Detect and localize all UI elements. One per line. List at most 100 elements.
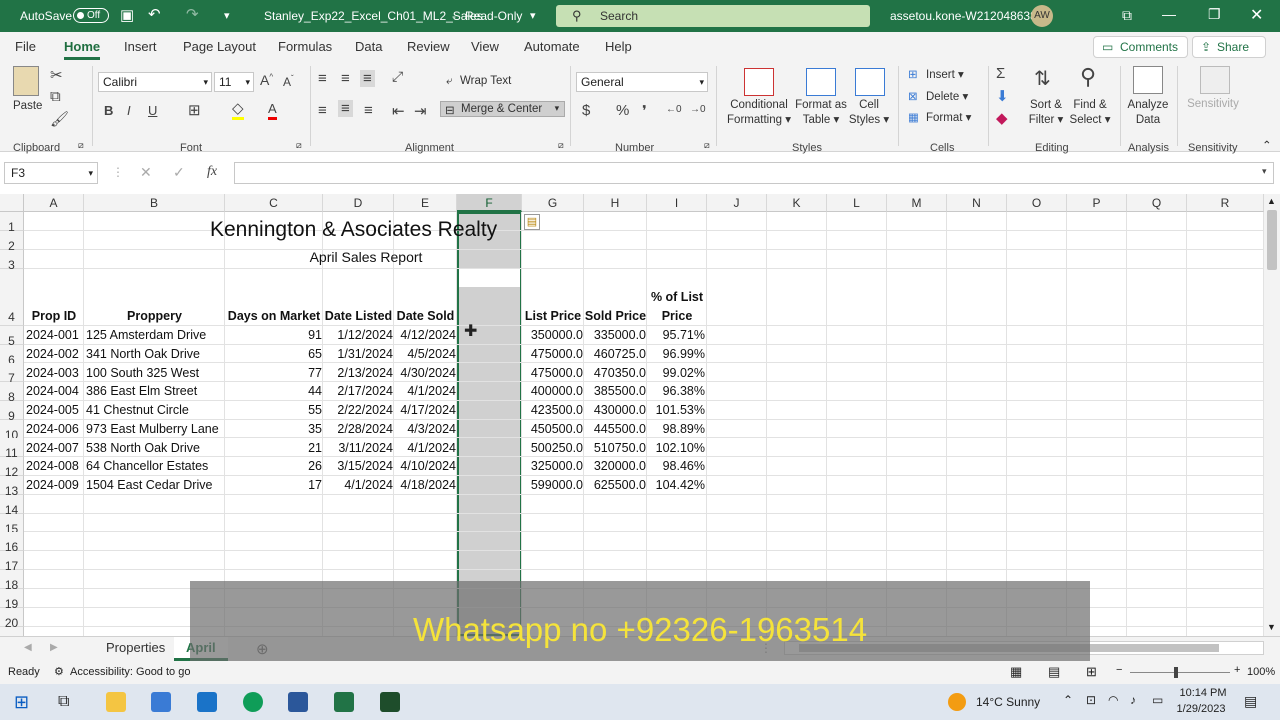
column-header-i[interactable]: I (647, 194, 707, 212)
clear-icon[interactable]: ◆ (996, 109, 1008, 127)
enter-icon[interactable]: ✓ (173, 164, 185, 181)
cell-list[interactable]: 350000.0 (524, 326, 583, 344)
format-painter-icon[interactable]: 🖌 (50, 110, 69, 128)
cell-sold[interactable]: 4/12/2024 (396, 326, 456, 344)
row-header-2[interactable]: 2 (0, 231, 24, 253)
fill-icon[interactable]: ⬇ (996, 87, 1009, 105)
tray-chevron-icon[interactable]: ⌃ (1063, 693, 1073, 707)
comma-icon[interactable]: ❜ (642, 102, 647, 120)
wrap-text-button[interactable]: ⤶ Wrap Text (446, 75, 511, 87)
cell-days[interactable]: 17 (227, 476, 322, 494)
terminal-icon[interactable] (380, 692, 400, 712)
copy-icon[interactable]: ⧉ (50, 88, 61, 105)
cell-list[interactable]: 475000.0 (524, 345, 583, 363)
conditional-formatting-icon[interactable] (744, 68, 774, 96)
row-header-14[interactable]: 14 (0, 495, 24, 517)
row-header-19[interactable]: 19 (0, 589, 24, 611)
bold-icon[interactable]: B (104, 103, 113, 118)
zoom-slider[interactable] (1130, 672, 1230, 673)
clock-date[interactable]: 1/29/2023 (1172, 703, 1230, 715)
cell-days[interactable]: 91 (227, 326, 322, 344)
cell-pct[interactable]: 104.42% (649, 476, 705, 494)
vertical-scrollbar[interactable]: ▲ ▼ (1264, 194, 1280, 636)
merge-center-button[interactable]: ⊟ Merge & Center ▾ (440, 101, 566, 117)
cell-pct[interactable]: 98.89% (649, 420, 705, 438)
comments-button[interactable]: ▭ Comments (1093, 36, 1189, 58)
row-header-18[interactable]: 18 (0, 570, 24, 592)
clock-time[interactable]: 10:14 PM (1176, 687, 1230, 699)
tab-review[interactable]: Review (407, 39, 450, 54)
tab-automate[interactable]: Automate (524, 39, 580, 54)
cell-soldp[interactable]: 385500.0 (586, 382, 646, 400)
increase-indent-icon[interactable]: ⇥ (414, 102, 427, 120)
tab-page-layout[interactable]: Page Layout (183, 39, 256, 54)
cell-soldp[interactable]: 445500.0 (586, 420, 646, 438)
store-icon[interactable] (151, 692, 171, 712)
zoom-slider-thumb[interactable] (1174, 667, 1178, 678)
mail-icon[interactable] (197, 692, 217, 712)
row-header-8[interactable]: 8 (0, 382, 24, 404)
excel-icon[interactable] (334, 692, 354, 712)
format-cells-button[interactable]: ▦ Format ▾ (908, 110, 971, 124)
formula-input[interactable] (234, 162, 1274, 184)
column-header-p[interactable]: P (1067, 194, 1127, 212)
column-header-k[interactable]: K (767, 194, 827, 212)
redo-icon[interactable]: ↷ (186, 5, 199, 23)
cell-soldp[interactable]: 625500.0 (586, 476, 646, 494)
row-header-13[interactable]: 13 (0, 476, 24, 498)
number-format-select[interactable]: General ▾ (576, 72, 708, 92)
row-header-5[interactable]: 5 (0, 326, 24, 348)
font-size-select[interactable]: 11 ▾ (214, 72, 254, 92)
cell-list[interactable]: 400000.0 (524, 382, 583, 400)
cell-id[interactable]: 2024-007 (26, 439, 84, 457)
network-icon[interactable]: ⊡ (1086, 693, 1096, 707)
cell-list[interactable]: 500250.0 (524, 439, 583, 457)
task-view-icon[interactable]: ⧉ (58, 693, 69, 711)
row-header-21[interactable]: 21 (0, 627, 24, 636)
cell-days[interactable]: 26 (227, 457, 322, 475)
column-header-h[interactable]: H (584, 194, 647, 212)
page-break-view-icon[interactable]: ⊞ (1086, 664, 1097, 680)
cell-sold[interactable]: 4/1/2024 (396, 382, 456, 400)
cell-listed[interactable]: 4/1/2024 (325, 476, 393, 494)
tab-help[interactable]: Help (605, 39, 632, 54)
cell-listed[interactable]: 2/17/2024 (325, 382, 393, 400)
file-explorer-icon[interactable] (106, 692, 126, 712)
cut-icon[interactable]: ✂ (50, 66, 63, 84)
column-header-r[interactable]: R (1187, 194, 1264, 212)
cell-sold[interactable]: 4/30/2024 (396, 364, 456, 382)
font-name-select[interactable]: Calibri ▾ (98, 72, 212, 92)
avatar[interactable]: AW (1031, 5, 1053, 27)
sort-filter-button[interactable]: Sort & Filter ▾ (1024, 98, 1068, 128)
conditional-formatting-button[interactable]: Conditional Formatting ▾ (725, 98, 793, 128)
row-header-11[interactable]: 11 (0, 438, 24, 460)
cell-prop[interactable]: 341 North Oak Drive (86, 345, 225, 363)
align-center-icon[interactable]: ≡ (338, 100, 353, 117)
cell-prop[interactable]: 41 Chestnut Circle (86, 401, 225, 419)
cell-listed[interactable]: 3/15/2024 (325, 457, 393, 475)
column-header-g[interactable]: G (522, 194, 584, 212)
ribbon-display-icon[interactable]: ⧉ (1122, 7, 1132, 24)
windows-start-icon[interactable]: ⊞ (14, 692, 29, 713)
row-header-9[interactable]: 9 (0, 401, 24, 423)
fill-color-icon[interactable]: ◇ (232, 101, 244, 120)
cell-prop[interactable]: 1504 East Cedar Drive (86, 476, 225, 494)
sort-filter-icon[interactable]: ⇅ (1034, 66, 1051, 91)
cell-sold[interactable]: 4/5/2024 (396, 345, 456, 363)
delete-cells-button[interactable]: ⊠ Delete ▾ (908, 89, 968, 103)
cell-soldp[interactable]: 320000.0 (586, 457, 646, 475)
align-middle-icon[interactable]: ≡ (341, 70, 350, 87)
autosave-toggle[interactable]: Off (73, 8, 109, 23)
cell-id[interactable]: 2024-004 (26, 382, 84, 400)
cell-id[interactable]: 2024-008 (26, 457, 84, 475)
word-icon[interactable] (288, 692, 308, 712)
autosum-icon[interactable]: Σ (996, 65, 1005, 82)
tab-data[interactable]: Data (355, 39, 382, 54)
cell-prop[interactable]: 973 East Mulberry Lane (86, 420, 225, 438)
cell-soldp[interactable]: 430000.0 (586, 401, 646, 419)
maximize-icon[interactable]: ❐ (1208, 6, 1221, 23)
column-header-c[interactable]: C (225, 194, 323, 212)
next-sheet-icon[interactable]: ▶ (50, 642, 58, 653)
cell-pct[interactable]: 96.38% (649, 382, 705, 400)
cell-days[interactable]: 65 (227, 345, 322, 363)
